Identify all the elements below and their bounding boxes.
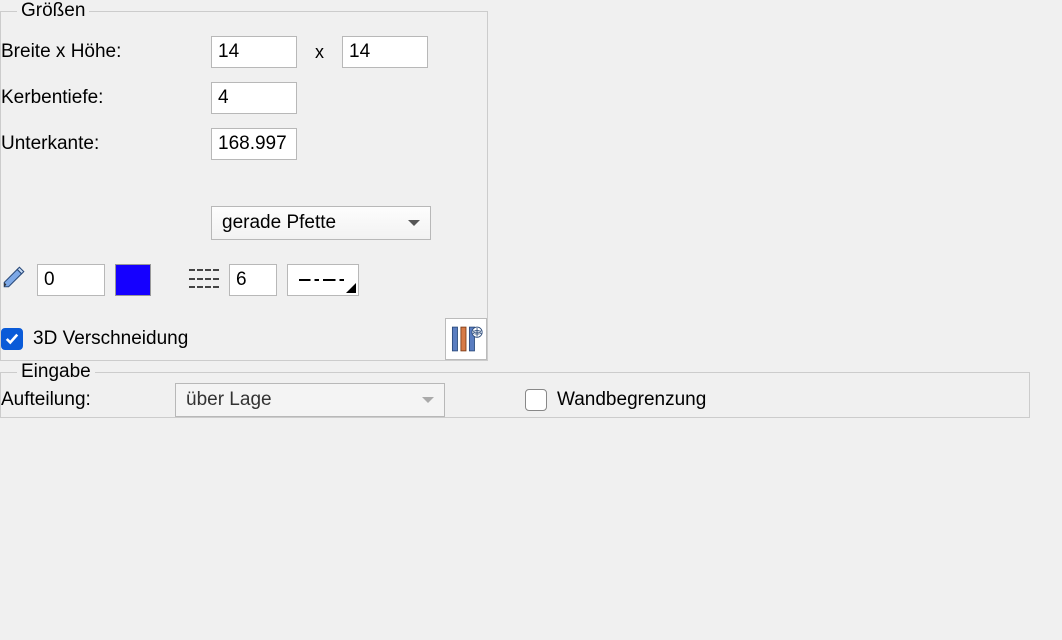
dropdown-purlin-type-value: gerade Pfette [222, 212, 336, 234]
hatch-icon [189, 269, 219, 291]
row-eingabe: Aufteilung: über Lage Wandbegrenzung [1, 383, 1029, 417]
legend-eingabe: Eingabe [17, 361, 95, 383]
color-swatch[interactable] [115, 264, 151, 296]
label-aufteilung: Aufteilung: [1, 389, 153, 411]
input-notch-depth[interactable] [211, 82, 297, 114]
dropdown-purlin-type[interactable]: gerade Pfette [211, 206, 431, 240]
dropdown-aufteilung-value: über Lage [186, 389, 272, 411]
button-profile[interactable] [445, 318, 487, 360]
input-line-weight[interactable] [229, 264, 277, 296]
row-bottom-edge: Unterkante: [1, 128, 487, 160]
row-3d-intersection: 3D Verschneidung [1, 318, 487, 360]
row-width-height: Breite x Höhe: x [1, 36, 487, 68]
checkbox-3d-intersection[interactable]: 3D Verschneidung [1, 328, 188, 350]
input-height[interactable] [342, 36, 428, 68]
input-width[interactable] [211, 36, 297, 68]
input-bottom-edge[interactable] [211, 128, 297, 160]
check-icon [1, 328, 23, 350]
label-3d-intersection: 3D Verschneidung [33, 328, 188, 350]
group-eingabe: Eingabe Aufteilung: über Lage Wandbegren… [0, 361, 1030, 418]
dropdown-corner-icon [346, 283, 356, 293]
dropdown-aufteilung[interactable]: über Lage [175, 383, 445, 417]
label-width-height: Breite x Höhe: [1, 41, 211, 63]
checkbox-wandbegrenzung[interactable]: Wandbegrenzung [525, 389, 706, 411]
pencil-icon [1, 264, 27, 296]
label-notch-depth: Kerbentiefe: [1, 87, 211, 109]
label-bottom-edge: Unterkante: [1, 133, 211, 155]
label-wandbegrenzung: Wandbegrenzung [557, 389, 706, 411]
chevron-down-icon [408, 220, 420, 226]
button-line-style[interactable] [287, 264, 359, 296]
chevron-down-icon [422, 397, 434, 403]
legend-groessen: Größen [17, 0, 89, 22]
input-layer[interactable] [37, 264, 105, 296]
row-pen-settings [1, 264, 487, 296]
check-icon [525, 389, 547, 411]
row-notch-depth: Kerbentiefe: [1, 82, 487, 114]
profile-icon [449, 322, 483, 356]
separator-x: x [315, 42, 324, 63]
group-groessen: Größen Breite x Höhe: x Kerbentiefe: Unt… [0, 0, 488, 361]
